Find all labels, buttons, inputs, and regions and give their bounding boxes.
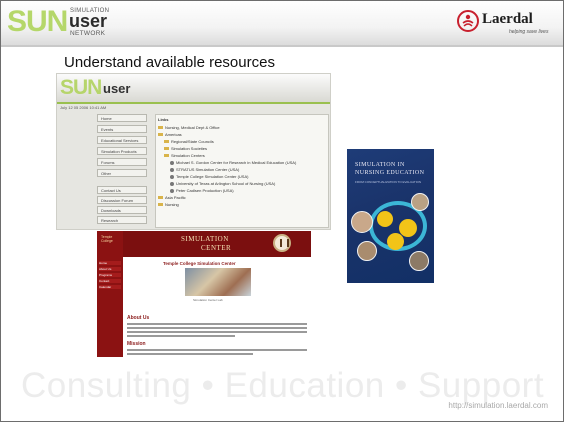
tree-item: Regional/State Councils [164, 139, 214, 144]
bullet-icon [170, 167, 174, 172]
tree-item-label: Peter Cadlsen Production (USA) [176, 188, 234, 193]
laerdal-logo: Laerdal helping save lives [457, 10, 549, 36]
tree-item-label: Asia Pacific [165, 195, 186, 200]
center-site-section-mission: Mission [127, 341, 146, 347]
center-site-nav-item: Calendar [99, 285, 121, 289]
center-site-nav-item: Home [99, 261, 121, 265]
tree-item-label: Nursing [165, 202, 179, 207]
laerdal-name: Laerdal [482, 11, 533, 27]
book-subtitle: FROM CONCEPTUALIZATION TO EVALUATION [355, 180, 422, 184]
tree-item-label: Simulation Centers [171, 153, 205, 158]
simulation-center-screenshot: Temple College Home About Us Programs Co… [97, 231, 311, 357]
bullet-icon [170, 188, 174, 193]
center-site-heading: Temple College Simulation Center [163, 261, 236, 266]
sun-nav-button: Events [97, 125, 147, 133]
bullet-icon [170, 174, 174, 179]
center-site-paragraph [127, 349, 307, 357]
center-site-title-line1: SIMULATION [181, 235, 229, 243]
photo-caption: Simulation Center Lab [193, 298, 223, 302]
sun-logo-main: user [69, 11, 108, 31]
folder-icon [164, 140, 169, 144]
book-title-line2: NURSING EDUCATION [355, 170, 425, 176]
footer-tagline: Consulting • Education • Support [21, 366, 545, 405]
sun-logo-line-bottom: NETWORK [70, 30, 106, 37]
sun-nav-button: Research [97, 216, 147, 224]
book-photo [351, 211, 373, 233]
sun-links-header: Links [158, 117, 169, 122]
center-site-nav-item: About Us [99, 267, 121, 271]
slide-title: Understand available resources [64, 54, 275, 71]
center-site-title-line2: CENTER [201, 244, 232, 252]
folder-icon [158, 133, 163, 137]
tree-item: STRATUS Simulation Center (USA) [170, 167, 239, 172]
center-site-paragraph [127, 323, 307, 339]
tree-item: Temple College Simulation Center (USA) [170, 174, 248, 179]
sun-nav-button: Other [97, 169, 147, 177]
book-disc [387, 233, 404, 250]
sun-links-panel: Links Nursing, Medical Dept & Office Ame… [155, 114, 329, 228]
tree-item: Simulation Societies [164, 146, 207, 151]
center-site-section-about: About Us [127, 315, 150, 321]
sun-nav-button: Contact Us [97, 186, 147, 194]
sun-site-logo-mark: SUN [60, 76, 102, 99]
tree-item-label: Regional/State Councils [171, 139, 214, 144]
center-site-sidebar: Temple College Home About Us Programs Co… [97, 231, 123, 357]
sun-nav-button: Simulation Products [97, 147, 147, 155]
tree-item-label: STRATUS Simulation Center (USA) [176, 167, 240, 172]
center-site-body: Temple College Simulation Center Simulat… [123, 257, 311, 357]
center-site-side-title: Temple College [101, 235, 113, 243]
tree-item-label: Nursing, Medical Dept & Office [165, 125, 220, 130]
folder-icon [158, 126, 163, 130]
tree-item: Simulation Centers [164, 153, 205, 158]
sun-site-header: SUN user [57, 74, 330, 102]
book-photo [357, 241, 377, 261]
tree-item: Nursing, Medical Dept & Office [158, 125, 220, 130]
tree-item-label: Simulation Societies [171, 146, 208, 151]
header-divider [1, 45, 563, 47]
sun-nav-button: Forums [97, 158, 147, 166]
sun-site-accent-bar [57, 102, 330, 104]
sun-site-date: July 12 05 2006 10:41 AM [60, 105, 107, 110]
book-title-line1: SIMULATION IN [355, 162, 405, 168]
folder-icon [158, 203, 163, 207]
center-site-header: SIMULATION CENTER [123, 231, 311, 257]
tree-item: University of Texas at Arlington School … [170, 181, 275, 186]
book-photo [411, 193, 429, 211]
tree-item-label: Michael S. Gordon Center for Research in… [176, 160, 297, 165]
tree-item: Asia Pacific [158, 195, 186, 200]
sun-site-logo-main: user [103, 81, 131, 96]
sun-nav-button: Home [97, 114, 147, 122]
center-site-nav-item: Contact [99, 279, 121, 283]
footer-url: http://simulation.laerdal.com [448, 401, 548, 410]
bullet-icon [170, 160, 174, 165]
college-seal-icon [273, 234, 291, 252]
center-site-nav-item: Programs [99, 273, 121, 277]
sun-nav-button: Educational Services [97, 136, 147, 144]
laerdal-tagline: helping save lives [509, 29, 549, 35]
tree-item-label: Temple College Simulation Center (USA) [176, 174, 249, 179]
book-cover: SIMULATION IN NURSING EDUCATION FROM CON… [347, 149, 434, 283]
tree-item-label: Americas [165, 132, 182, 137]
folder-icon [158, 196, 163, 200]
sun-website-screenshot: SUN user July 12 05 2006 10:41 AM Home E… [56, 73, 331, 230]
header-band: SUN SIMULATION user NETWORK Laerdal help… [1, 1, 563, 45]
tree-item: Michael S. Gordon Center for Research in… [170, 160, 296, 165]
sun-logo-mark: SUN [7, 5, 68, 38]
book-photo [409, 251, 429, 271]
folder-icon [164, 154, 169, 158]
tree-item: Americas [158, 132, 182, 137]
sun-nav-button: Discussion Forum [97, 196, 147, 204]
tree-item-label: University of Texas at Arlington School … [176, 181, 276, 186]
slide: SUN SIMULATION user NETWORK Laerdal help… [0, 0, 564, 422]
sun-nav-button: Downloads [97, 206, 147, 214]
book-disc [399, 219, 417, 237]
tree-item: Peter Cadlsen Production (USA) [170, 188, 234, 193]
book-disc [377, 211, 393, 227]
folder-icon [164, 147, 169, 151]
laerdal-figure-icon [457, 10, 479, 32]
simulation-lab-photo [185, 268, 251, 296]
tree-item: Nursing [158, 202, 179, 207]
bullet-icon [170, 181, 174, 186]
